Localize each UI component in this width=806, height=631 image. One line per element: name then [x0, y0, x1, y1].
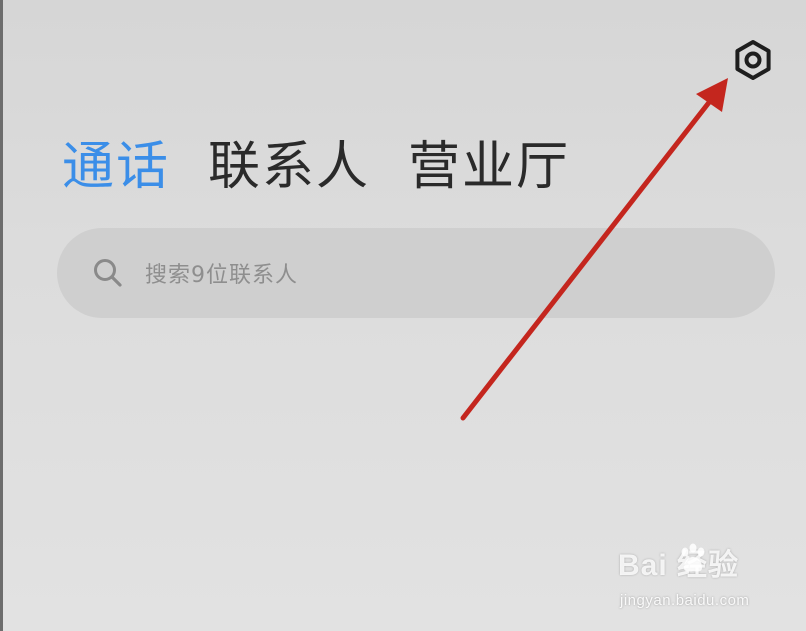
watermark-brand: Bai 经验 [618, 549, 740, 582]
window-edge [0, 0, 3, 631]
search-icon [91, 256, 125, 290]
tab-contacts[interactable]: 联系人 [208, 134, 370, 200]
settings-button[interactable] [730, 37, 776, 83]
baidu-paw-icon [681, 543, 705, 572]
watermark-url: jingyan.baidu.com [620, 592, 750, 609]
tab-service-hall[interactable]: 营业厅 [408, 134, 570, 200]
search-placeholder: 搜索9位联系人 [145, 263, 298, 288]
search-input[interactable]: 搜索9位联系人 [57, 228, 775, 318]
tab-calls[interactable]: 通话 [62, 134, 170, 200]
settings-hexagon-icon [735, 40, 771, 80]
tab-bar: 通话 联系人 营业厅 [62, 132, 570, 202]
baidu-jingyan-watermark: Bai 经验 jingyan.baidu.com [618, 540, 790, 616]
